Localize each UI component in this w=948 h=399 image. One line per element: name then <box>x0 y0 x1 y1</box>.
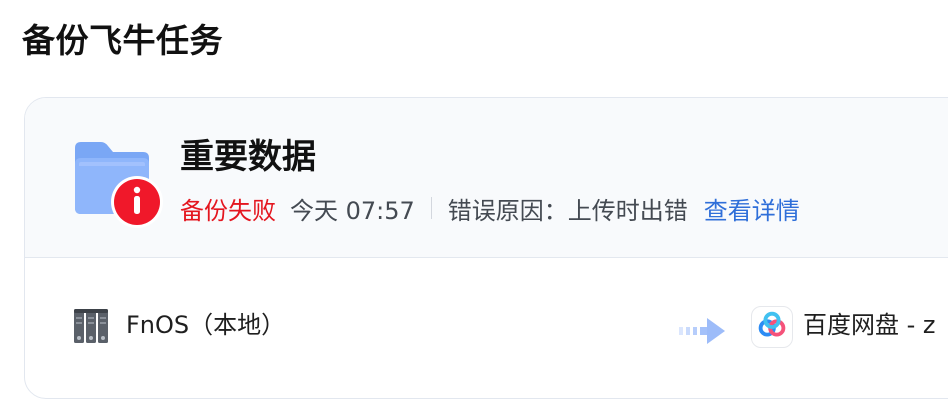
error-badge-icon <box>111 176 163 228</box>
source-label: FnOS（本地） <box>126 311 286 339</box>
nas-server-icon <box>74 309 108 343</box>
status-row: 备份失败 今天 07:57 错误原因： 上传时出错 查看详情 <box>180 191 800 225</box>
error-reason: 上传时出错 <box>567 196 688 225</box>
status-badge: 备份失败 <box>180 196 276 225</box>
backup-task-card[interactable]: 重要数据 备份失败 今天 07:57 错误原因： 上传时出错 查看详情 FnOS <box>24 97 948 399</box>
task-name: 重要数据 <box>180 137 316 177</box>
page-title: 备份飞牛任务 <box>22 21 223 60</box>
view-details-link[interactable]: 查看详情 <box>704 191 800 226</box>
task-card-header: 重要数据 备份失败 今天 07:57 错误原因： 上传时出错 查看详情 <box>25 98 948 258</box>
target-label: 百度网盘 - z <box>803 311 936 339</box>
divider <box>430 197 432 219</box>
status-time: 今天 07:57 <box>290 196 415 225</box>
arrow-right-icon <box>679 318 725 344</box>
backup-route-row: FnOS（本地） 百度网盘 - z <box>25 298 948 358</box>
baidu-netdisk-icon <box>751 306 793 348</box>
error-label: 错误原因： <box>447 196 568 225</box>
folder-icon <box>75 142 163 228</box>
